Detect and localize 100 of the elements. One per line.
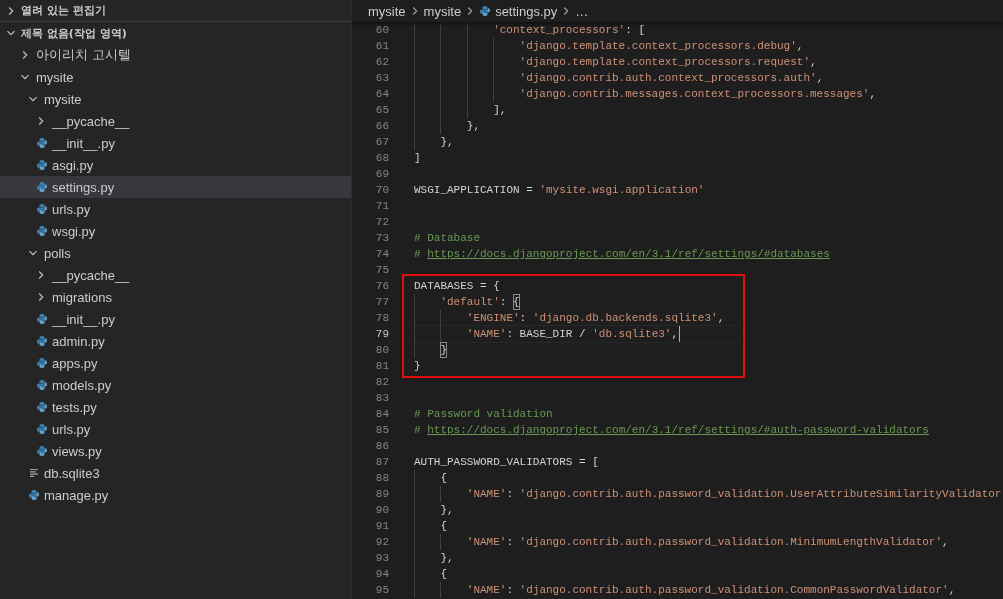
line-number: 89: [374, 487, 389, 502]
line-number: 65: [374, 103, 389, 118]
chevron-down-icon: [6, 28, 16, 38]
python-file-icon: [28, 489, 40, 501]
code-line: 'django.template.context_processors.request',: [414, 54, 817, 70]
line-number: 77: [374, 295, 389, 310]
breadcrumb-item[interactable]: …: [575, 3, 589, 19]
line-number: 85: [374, 423, 389, 438]
line-number: 86: [374, 439, 389, 454]
tree-item[interactable]: urls.py: [0, 198, 351, 220]
line-number: 68: [374, 151, 389, 166]
tree-item[interactable]: polls: [0, 242, 351, 264]
line-number: 73: [374, 231, 389, 246]
code-line: DATABASES = {: [414, 279, 500, 294]
tree-item[interactable]: asgi.py: [0, 154, 351, 176]
python-file-icon: [36, 357, 48, 369]
line-number: 78: [374, 311, 389, 326]
code-line: 'default': {: [414, 294, 520, 310]
python-file-icon: [36, 379, 48, 391]
line-number: 60: [374, 23, 389, 38]
text-file-icon: [28, 467, 40, 479]
line-number: 95: [374, 583, 389, 598]
python-file-icon: [36, 313, 48, 325]
chevron-right-icon: [20, 50, 30, 60]
chevron-down-icon: [28, 94, 38, 104]
line-number: 90: [374, 503, 389, 518]
tree-item[interactable]: __init__.py: [0, 132, 351, 154]
code-line: 'django.template.context_processors.debug',: [414, 38, 804, 54]
line-number: 67: [374, 135, 389, 150]
line-number: 76: [374, 279, 389, 294]
tree-item[interactable]: manage.py: [0, 484, 351, 506]
tree-item[interactable]: settings.py: [0, 176, 351, 198]
line-number: 61: [374, 39, 389, 54]
code-line: WSGI_APPLICATION = 'mysite.wsgi.application': [414, 183, 705, 198]
line-number: 72: [374, 215, 389, 230]
breadcrumb-item[interactable]: mysite: [423, 3, 462, 19]
code-line: 'NAME': 'django.contrib.auth.password_validation.CommonPasswordValidator',: [414, 582, 956, 598]
code-line: # Database: [414, 231, 480, 246]
python-file-icon: [36, 203, 48, 215]
tree-item[interactable]: migrations: [0, 286, 351, 308]
chevron-right-icon: [36, 292, 46, 302]
code-line: 'NAME': 'django.contrib.auth.password_validation.MinimumLengthValidator',: [414, 534, 949, 550]
breadcrumb-item[interactable]: settings.py: [495, 3, 558, 19]
line-number: 75: [374, 263, 389, 278]
tree-item[interactable]: __init__.py: [0, 308, 351, 330]
code-line: AUTH_PASSWORD_VALIDATORS = [: [414, 455, 599, 470]
python-file-icon: [36, 335, 48, 347]
section-header[interactable]: 열려 있는 편집기: [0, 0, 351, 22]
line-number: 66: [374, 119, 389, 134]
line-number: 64: [374, 87, 389, 102]
section-header[interactable]: 제목 없음(작업 영역): [0, 22, 351, 44]
code-line: {: [414, 518, 447, 534]
line-number: 79: [374, 327, 389, 342]
code-line: {: [414, 566, 447, 582]
line-number: 91: [374, 519, 389, 534]
code-line: },: [414, 502, 454, 518]
python-file-icon: [36, 423, 48, 435]
chevron-right-icon: [36, 116, 46, 126]
line-number: 74: [374, 247, 389, 262]
tree-item[interactable]: __pycache__: [0, 264, 351, 286]
line-number: 69: [374, 167, 389, 182]
line-number: 93: [374, 551, 389, 566]
code-line: 'django.contrib.messages.context_processors.messages',: [414, 86, 877, 102]
line-number: 80: [374, 343, 389, 358]
tree-item[interactable]: admin.py: [0, 330, 351, 352]
tree-item[interactable]: mysite: [0, 66, 351, 88]
line-number: 84: [374, 407, 389, 422]
code-line: ]: [414, 151, 421, 166]
line-number: 81: [374, 359, 389, 374]
breadcrumb-item[interactable]: mysite: [368, 3, 406, 19]
python-file-icon: [36, 225, 48, 237]
code-line: },: [414, 134, 454, 150]
python-file-icon: [36, 159, 48, 171]
code-line: # https://docs.djangoproject.com/en/3.1/ref/settings/#databases: [414, 247, 830, 262]
line-number: 62: [374, 55, 389, 70]
code-line: 'context_processors': [: [414, 22, 645, 38]
tree-item[interactable]: urls.py: [0, 418, 351, 440]
line-number: 88: [374, 471, 389, 486]
tree-item[interactable]: wsgi.py: [0, 220, 351, 242]
code-line: }: [414, 342, 447, 358]
line-number: 63: [374, 71, 389, 86]
line-number: 83: [374, 391, 389, 406]
line-number: 70: [374, 183, 389, 198]
code-line: # Password validation: [414, 407, 553, 422]
code-line: 'ENGINE': 'django.db.backends.sqlite3',: [414, 310, 725, 326]
tree-item[interactable]: views.py: [0, 440, 351, 462]
tree-item[interactable]: __pycache__: [0, 110, 351, 132]
tree-item[interactable]: 아이리치 고시텔: [0, 44, 351, 66]
chevron-right-icon: [6, 5, 16, 16]
python-file-icon: [479, 5, 492, 17]
code-line: 'django.contrib.auth.context_processors.auth',: [414, 70, 824, 86]
tree-item[interactable]: mysite: [0, 88, 351, 110]
line-number: 71: [374, 199, 389, 214]
tree-item[interactable]: tests.py: [0, 396, 351, 418]
tree-item[interactable]: db.sqlite3: [0, 462, 351, 484]
line-number: 82: [374, 375, 389, 390]
chevron-down-icon: [20, 72, 30, 82]
chevron-right-icon: [36, 270, 46, 280]
tree-item[interactable]: apps.py: [0, 352, 351, 374]
tree-item[interactable]: models.py: [0, 374, 351, 396]
